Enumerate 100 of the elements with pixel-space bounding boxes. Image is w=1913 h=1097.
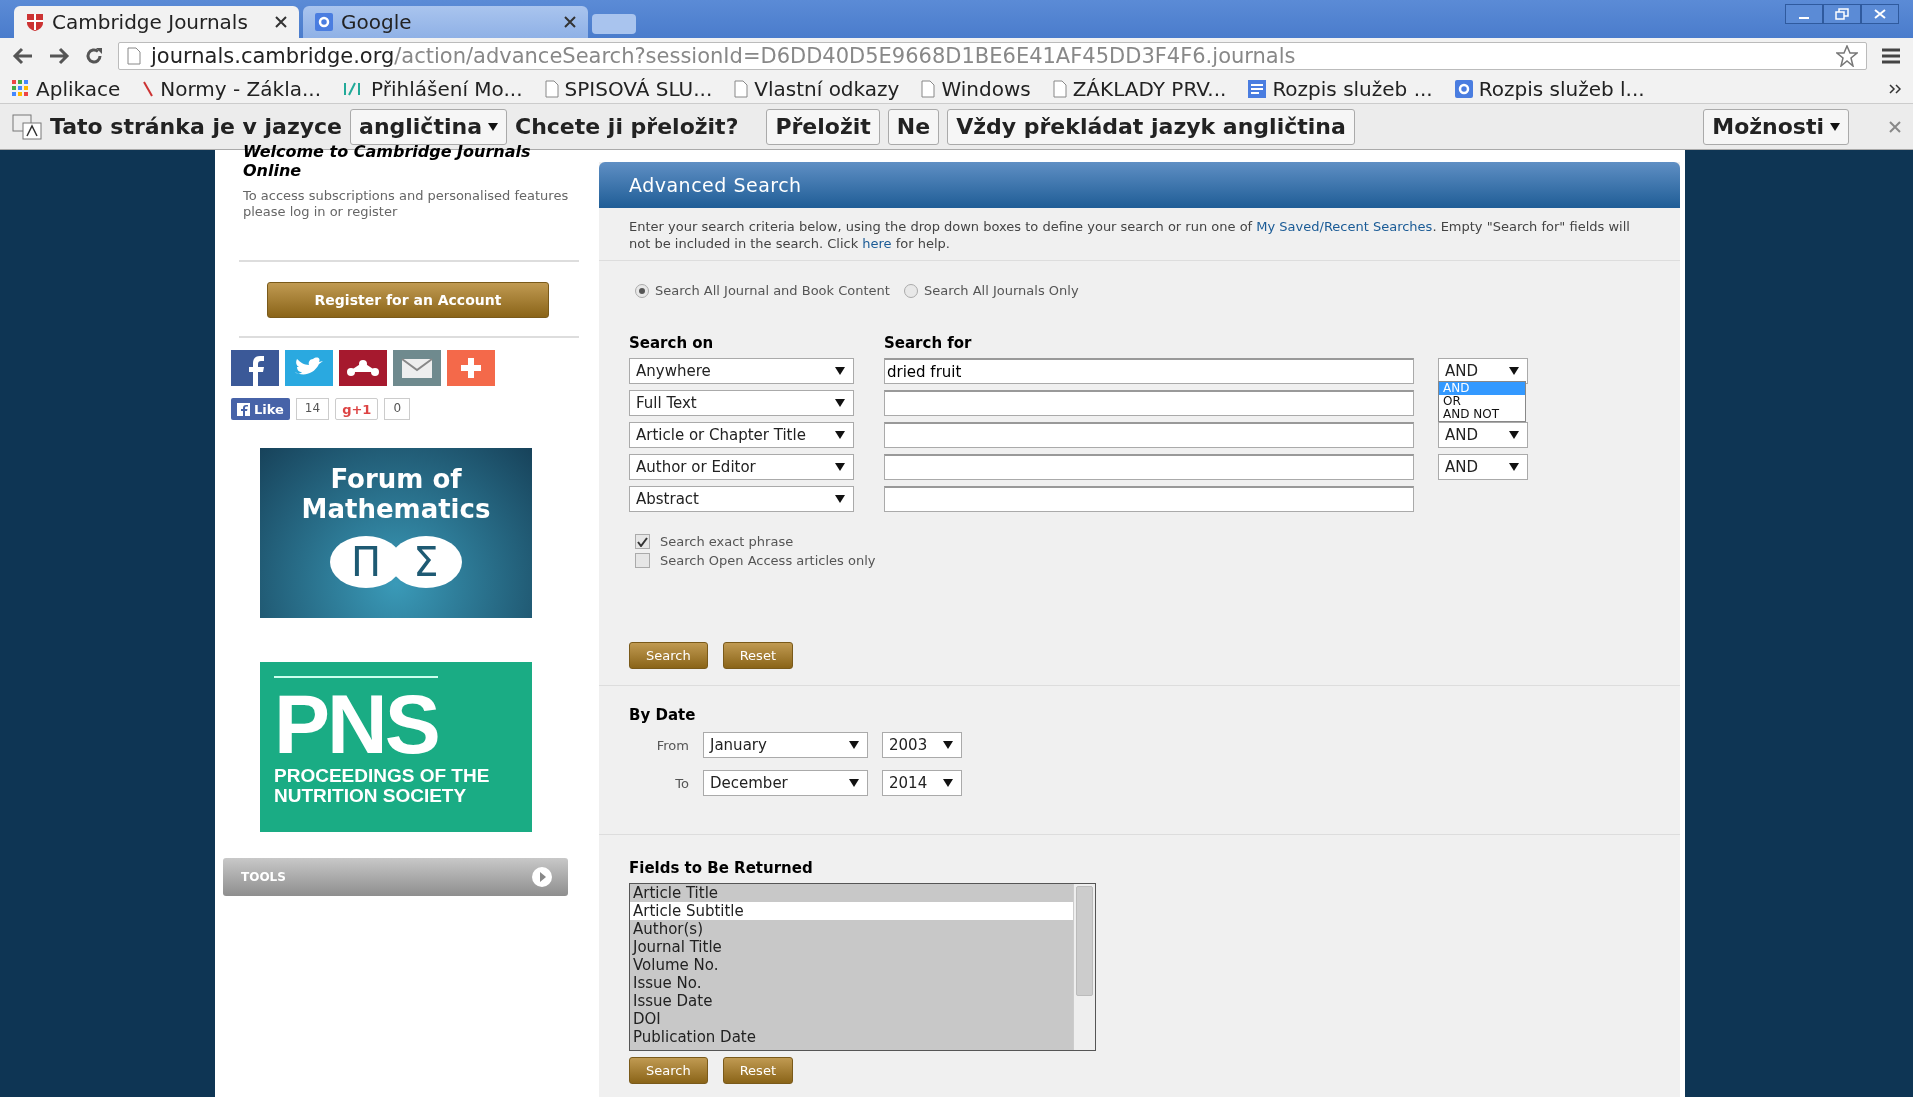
- help-link[interactable]: here: [862, 236, 892, 251]
- menu-icon[interactable]: [1881, 47, 1901, 65]
- bird-icon[interactable]: [285, 350, 333, 386]
- close-icon[interactable]: [275, 16, 287, 28]
- caret-icon: [835, 399, 845, 407]
- search-input[interactable]: [884, 454, 1414, 480]
- translate-button[interactable]: Přeložit: [766, 108, 880, 145]
- bookmark-item[interactable]: Aplikace: [12, 76, 121, 101]
- bookmark-item[interactable]: Vlastní odkazy: [734, 76, 900, 101]
- search-input[interactable]: [884, 422, 1414, 448]
- caret-icon: [835, 463, 845, 471]
- close-icon[interactable]: [564, 16, 576, 28]
- search-input[interactable]: [884, 486, 1414, 512]
- scrollbar-thumb[interactable]: [1076, 886, 1093, 996]
- bookmark-item[interactable]: ZÁKLADY PRV...: [1052, 76, 1227, 101]
- option-checkbox[interactable]: Search Open Access articles only: [635, 553, 1650, 568]
- close-icon: [1874, 9, 1886, 19]
- page-icon: [544, 79, 559, 98]
- column-heading: Search for: [884, 334, 973, 352]
- help-link[interactable]: My Saved/Recent Searches: [1256, 219, 1433, 234]
- form-button[interactable]: Search: [629, 642, 708, 669]
- forward-arrow-icon[interactable]: [48, 47, 70, 65]
- list-option[interactable]: Article Subtitle: [630, 902, 1073, 920]
- options-dropdown[interactable]: Možnosti: [1703, 108, 1849, 145]
- search-input[interactable]: [884, 390, 1414, 416]
- plus-one-button[interactable]: g+1: [335, 398, 379, 420]
- restore-button[interactable]: [1823, 4, 1861, 24]
- g-icon: [1454, 79, 1473, 98]
- caret-icon: [849, 779, 859, 787]
- document-icon: [1248, 79, 1267, 98]
- like-button[interactable]: Like: [231, 398, 290, 420]
- email-icon[interactable]: [393, 350, 441, 386]
- bookmark-item[interactable]: Rozpis služeb l...: [1454, 76, 1645, 101]
- fields-listbox[interactable]: Article Title Article Subtitle Author(s) Journal Title Volume No. Issue No. Issue Date DOI Publication Date: [629, 883, 1096, 1051]
- translate-button[interactable]: Vždy překládat jazyk angličtina: [947, 108, 1355, 145]
- plus-one-count: 0: [384, 398, 411, 420]
- facebook-icon[interactable]: [231, 350, 279, 386]
- welcome-text: To access subscriptions and personalised features please log in or register: [242, 188, 570, 220]
- caret-icon: [943, 741, 953, 749]
- facebook-icon: [237, 402, 250, 416]
- bookmark-item[interactable]: SPISOVÁ SLU...: [544, 76, 713, 101]
- translate-button[interactable]: Ne: [887, 108, 940, 145]
- plus-icon[interactable]: [447, 350, 495, 386]
- caret-icon: [835, 431, 845, 439]
- operator-select[interactable]: AND: [1438, 422, 1528, 448]
- date-label: To: [674, 775, 689, 791]
- form-button[interactable]: Reset: [722, 1057, 793, 1084]
- caret-icon: [1509, 431, 1519, 439]
- caret-icon: [1509, 463, 1519, 471]
- field-select[interactable]: Article or Chapter Title: [629, 422, 854, 448]
- url-text: journals.cambridge.org/action/advanceSearch?sessionId=D6DD40D5E9668D1BE6E41AF45DD3F4F6.journals: [151, 44, 1296, 68]
- scope-radio[interactable]: Search All Journals Only: [903, 283, 1079, 298]
- welcome-heading: Welcome to Cambridge Journals Online: [242, 142, 532, 180]
- register-button[interactable]: Register for an Account: [267, 282, 549, 318]
- bookmark-item[interactable]: Přihlášení Mo...: [343, 76, 523, 101]
- field-select[interactable]: Author or Editor: [629, 454, 854, 480]
- radio-icon[interactable]: [903, 283, 918, 298]
- reload-icon[interactable]: [84, 46, 104, 66]
- close-window-button[interactable]: [1861, 4, 1899, 24]
- g-icon: [315, 13, 333, 31]
- intro-text: Enter your search criteria below, using the drop down boxes to define your search or run one of My Saved/Recent Searches. Empty "Search for" fields will not be included in the search. Click here for help.: [599, 208, 1680, 261]
- journal-banner[interactable]: Forum of Mathematics Π Σ: [260, 448, 532, 618]
- caret-icon: [835, 367, 845, 375]
- field-select[interactable]: Anywhere: [629, 358, 854, 384]
- scope-radio[interactable]: Search All Journal and Book Content: [635, 283, 890, 298]
- field-select[interactable]: Full Text: [629, 390, 854, 416]
- checkbox[interactable]: [635, 534, 650, 549]
- bookmark-item[interactable]: Normy - Zákla...: [142, 76, 322, 101]
- option-checkbox[interactable]: Search exact phrase: [635, 534, 1650, 549]
- double-chevron-icon[interactable]: [1889, 83, 1901, 94]
- caret-icon: [943, 779, 953, 787]
- banner-title: PNS: [274, 676, 438, 766]
- translate-icon: [12, 113, 42, 140]
- translate-question: Chcete ji přeložit?: [515, 114, 739, 139]
- bookmark-item[interactable]: Rozpis služeb ...: [1248, 76, 1433, 101]
- search-input[interactable]: dried fruit: [884, 358, 1414, 384]
- network-icon[interactable]: [339, 350, 387, 386]
- field-select[interactable]: Abstract: [629, 486, 854, 512]
- radio-icon[interactable]: [635, 283, 649, 298]
- operator-select[interactable]: AND: [1438, 358, 1528, 384]
- banner-subtitle: PROCEEDINGS OF THE NUTRITION SOCIETY: [274, 766, 491, 806]
- page-icon: [921, 79, 936, 98]
- minimize-button[interactable]: [1785, 4, 1823, 24]
- form-button[interactable]: Search: [629, 1057, 708, 1084]
- year-select[interactable]: 2014: [882, 770, 962, 796]
- operator-select[interactable]: AND: [1438, 454, 1528, 480]
- month-select[interactable]: January: [703, 732, 868, 758]
- year-select[interactable]: 2003: [882, 732, 962, 758]
- date-label: From: [655, 737, 689, 753]
- month-select[interactable]: December: [703, 770, 868, 796]
- address-bar[interactable]: journals.cambridge.org/action/advanceSearch?sessionId=D6DD40D5E9668D1BE6E41AF45DD3F4F6.journals: [118, 42, 1867, 70]
- form-button[interactable]: Reset: [722, 642, 793, 669]
- browser-tab[interactable]: Cambridge Journals: [14, 6, 299, 38]
- star-icon[interactable]: [1836, 45, 1858, 67]
- checkbox[interactable]: [635, 553, 650, 568]
- back-arrow-icon[interactable]: [12, 47, 34, 65]
- section-heading: Fields to Be Returned: [629, 859, 814, 877]
- bookmark-item[interactable]: Windows: [921, 76, 1031, 101]
- browser-tab[interactable]: Google: [303, 6, 588, 38]
- language-dropdown[interactable]: angličtina: [350, 108, 507, 145]
